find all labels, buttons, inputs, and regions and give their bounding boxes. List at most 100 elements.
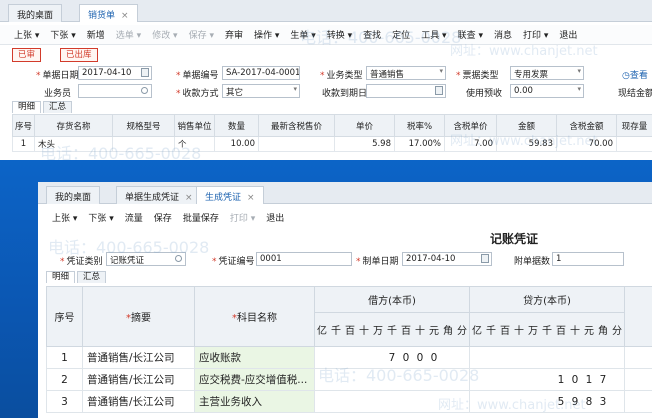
toolbar-tools-button[interactable]: 工具 ▾	[421, 28, 446, 41]
biz-type-select[interactable]: 普通销售 ▾	[366, 66, 446, 80]
pay-mode-select[interactable]: 其它 ▾	[222, 84, 300, 98]
toolbar-operate-button[interactable]: 操作 ▾	[254, 28, 279, 41]
table-row[interactable]: 2 普通销售/长江公司 应交税费-应交增值税... 1 0 1 7	[46, 368, 652, 391]
toolbar-batch-save-button[interactable]: 批量保存	[183, 211, 219, 224]
table-row[interactable]: 3 普通销售/长江公司 主营业务收入 5 9 8 3	[46, 390, 652, 413]
toolbar-next-button[interactable]: 下张 ▾	[88, 211, 113, 224]
cell-debit[interactable]: 7000	[314, 346, 470, 369]
table-row[interactable]: 1 普通销售/长江公司 应收账款 7 0 0 0	[46, 346, 652, 369]
calendar-icon[interactable]	[141, 68, 149, 77]
tab-doc-to-voucher[interactable]: 单据生成凭证 ×	[116, 186, 202, 204]
doc-no-field[interactable]: SA-2017-04-0001	[222, 66, 300, 80]
toolbar-find-button[interactable]: 查找	[363, 28, 381, 41]
inner-tab-bar: 我的桌面 单据生成凭证 × 生成凭证 ×	[38, 182, 652, 204]
search-icon[interactable]	[175, 255, 182, 262]
digit-unit-label: 元	[584, 326, 594, 337]
toolbar-print-button[interactable]: 打印 ▾	[523, 28, 548, 41]
cell-stock[interactable]	[616, 136, 652, 152]
maker-date-field[interactable]: 2017-04-10	[402, 252, 492, 266]
digit-unit-label: 万	[373, 326, 383, 337]
cell-subject[interactable]: 应收账款	[194, 346, 315, 369]
toolbar-print-button[interactable]: 打印 ▾	[230, 211, 255, 224]
tab-detail[interactable]: 明细	[46, 271, 76, 283]
cell-amount[interactable]: 59.83	[496, 136, 557, 152]
toolbar-locate-button[interactable]: 定位	[392, 28, 410, 41]
table-row[interactable]: 1 木头 个 10.00 5.98 17.00% 7.00 59.83 70.0…	[12, 136, 652, 152]
cell-credit[interactable]	[469, 346, 625, 369]
toolbar-prev-button[interactable]: 上张 ▾	[52, 211, 77, 224]
toolbar-save-button[interactable]: 保存	[154, 211, 172, 224]
toolbar-select-button[interactable]: 选单 ▾	[116, 28, 141, 41]
attachments-field[interactable]: 1	[552, 252, 624, 266]
tab-summary[interactable]: 汇总	[77, 271, 107, 283]
digit-unit-label: 分	[457, 326, 467, 337]
prepay-field[interactable]: 0.00 ▾	[510, 84, 584, 98]
close-icon[interactable]: ×	[247, 193, 255, 203]
tab-detail[interactable]: 明细	[12, 101, 42, 113]
credit-digit	[610, 396, 624, 408]
toolbar-new-button[interactable]: 新增	[87, 28, 105, 41]
toolbar-next-button[interactable]: 下张 ▾	[50, 28, 75, 41]
calendar-icon[interactable]	[435, 86, 443, 95]
close-icon[interactable]: ×	[121, 11, 129, 21]
digit-unit-label: 百	[556, 326, 566, 337]
tab-summary[interactable]: 汇总	[43, 101, 73, 113]
toolbar-exit-button[interactable]: 退出	[266, 211, 284, 224]
col-no: 序号	[12, 114, 35, 137]
cell-unit[interactable]: 个	[174, 136, 215, 152]
tab-my-desktop[interactable]: 我的桌面	[8, 4, 63, 22]
cell-summary[interactable]: 普通销售/长江公司	[82, 390, 195, 413]
toolbar-message-button[interactable]: 消息	[494, 28, 512, 41]
cell-price[interactable]: 5.98	[334, 136, 395, 152]
cell-extra[interactable]	[624, 390, 652, 413]
tab-my-desktop[interactable]: 我的桌面	[46, 186, 101, 204]
toolbar-save-button[interactable]: 保存 ▾	[189, 28, 214, 41]
cell-spec[interactable]	[112, 136, 175, 152]
pay-mode-label: * 收款方式	[176, 89, 219, 99]
top-toolbar: 上张 ▾ 下张 ▾ 新增 选单 ▾ 修改 ▾ 保存 ▾ 弃审 操作 ▾ 生单 ▾…	[0, 25, 652, 45]
voucher-no-field[interactable]: 0001	[256, 252, 352, 266]
toolbar-query-button[interactable]: 联查 ▾	[458, 28, 483, 41]
date-field[interactable]: 2017-04-10	[78, 66, 152, 80]
voucher-type-field[interactable]: 记账凭证	[106, 252, 186, 266]
cell-debit[interactable]	[314, 368, 470, 391]
sales-detail-table: 序号 存货名称 规格型号 销售单位 数量 最新含税售价 单价 税率% 含税单价 …	[12, 114, 652, 152]
toolbar-generate-button[interactable]: 生单 ▾	[290, 28, 315, 41]
credit-digit	[540, 374, 554, 386]
cell-credit[interactable]: 1017	[469, 368, 625, 391]
debit-digit	[343, 352, 357, 364]
toolbar-edit-button[interactable]: 修改 ▾	[152, 28, 177, 41]
cell-credit[interactable]: 5983	[469, 390, 625, 413]
cell-qty[interactable]: 10.00	[214, 136, 259, 152]
cell-subject[interactable]: 应交税费-应交增值税...	[194, 368, 315, 391]
cell-summary[interactable]: 普通销售/长江公司	[82, 346, 195, 369]
toolbar-flow-button[interactable]: 流量	[125, 211, 143, 224]
due-date-field[interactable]	[366, 84, 446, 98]
tab-sales-invoice[interactable]: 销货单 ×	[79, 4, 138, 22]
salesman-field[interactable]	[78, 84, 152, 98]
due-date-label: 收款到期日	[322, 89, 368, 99]
credit-digit-units: 亿千百十万千百十元角分	[469, 312, 625, 347]
tab-generate-voucher[interactable]: 生成凭证 ×	[196, 186, 264, 204]
salesman-label: 业务员	[44, 89, 72, 99]
toolbar-convert-button[interactable]: 转换 ▾	[327, 28, 352, 41]
cell-debit[interactable]	[314, 390, 470, 413]
cell-tax-price[interactable]: 7.00	[444, 136, 497, 152]
close-icon[interactable]: ×	[185, 193, 193, 203]
cell-tax-rate[interactable]: 17.00%	[394, 136, 445, 152]
cell-latest-price[interactable]	[258, 136, 335, 152]
toolbar-unaudit-button[interactable]: 弃审	[225, 28, 243, 41]
cell-extra[interactable]	[624, 368, 652, 391]
audited-stamp: 已审	[12, 48, 42, 62]
cell-extra[interactable]	[624, 346, 652, 369]
view-link[interactable]: ◷查看	[622, 68, 648, 81]
calendar-icon[interactable]	[481, 254, 489, 263]
cell-item-name[interactable]: 木头	[34, 136, 113, 152]
toolbar-prev-button[interactable]: 上张 ▾	[14, 28, 39, 41]
cell-tax-amount[interactable]: 70.00	[556, 136, 617, 152]
cell-subject[interactable]: 主营业务收入	[194, 390, 315, 413]
invoice-type-select[interactable]: 专用发票 ▾	[510, 66, 584, 80]
toolbar-exit-button[interactable]: 退出	[559, 28, 577, 41]
search-icon[interactable]	[141, 87, 148, 94]
cell-summary[interactable]: 普通销售/长江公司	[82, 368, 195, 391]
